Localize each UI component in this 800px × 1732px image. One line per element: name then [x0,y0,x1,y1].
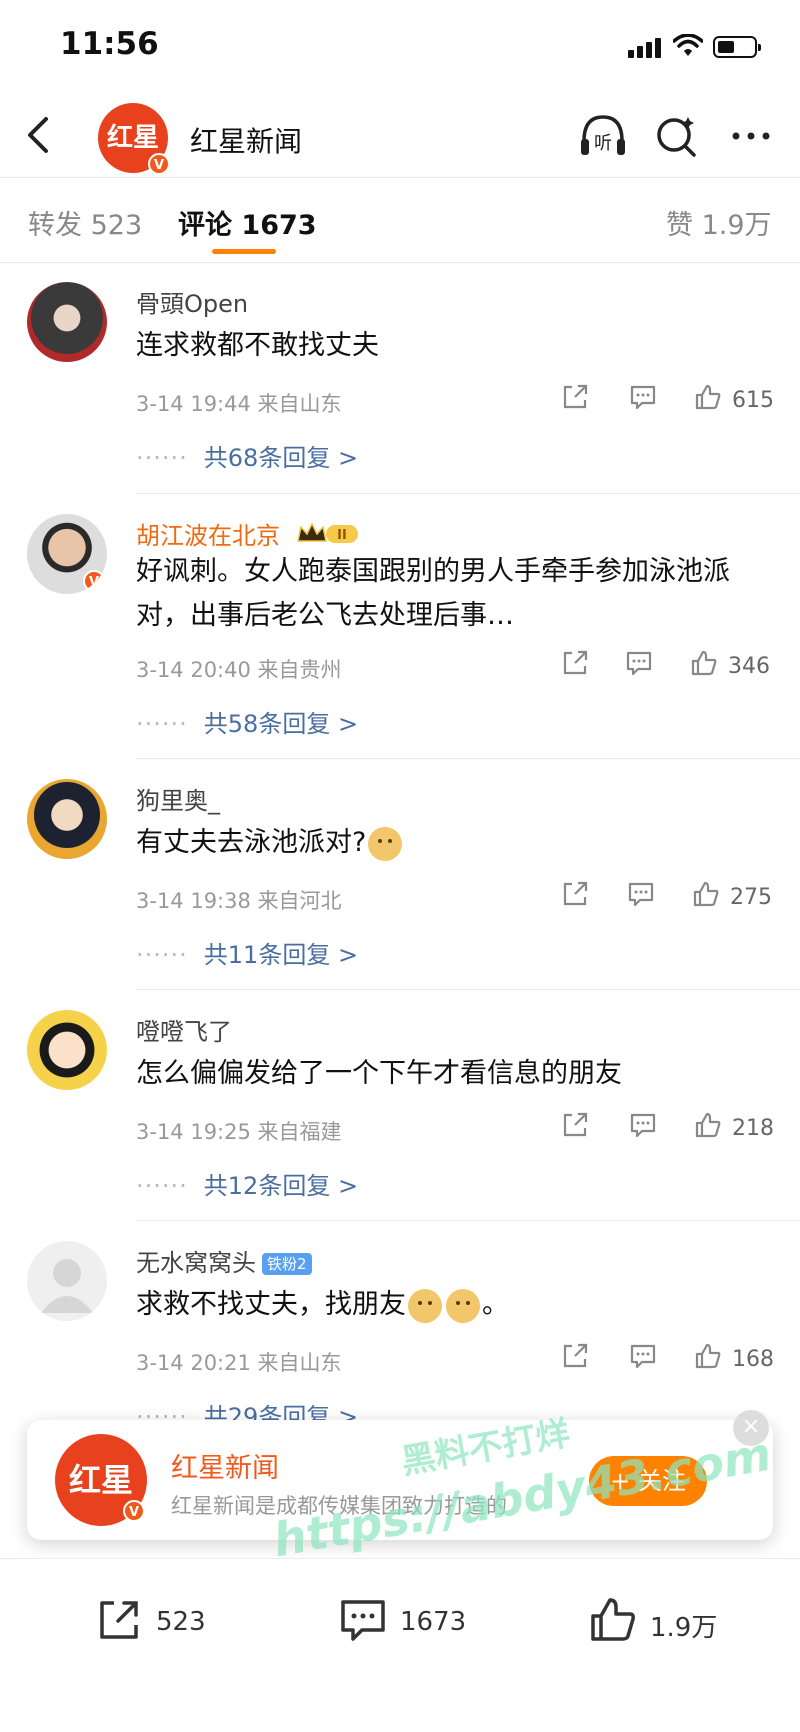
like-count: 615 [732,388,774,413]
comment-actions: 218 [560,1110,775,1150]
listen-headphones-icon[interactable]: 听 [578,111,628,161]
active-tab-indicator [212,249,276,254]
comment-text: 求救不找丈夫，找朋友。 [136,1283,776,1327]
view-replies-link[interactable]: ······ 共12条回复 > [136,1166,358,1201]
like-button[interactable]: 1.9万 [588,1595,738,1645]
verified-badge-icon: V [123,1500,145,1522]
comment-username[interactable]: 噔噔飞了 [136,1012,232,1047]
comment-actions: 346 [560,648,775,688]
share-icon[interactable] [560,1341,590,1371]
share-icon[interactable] [560,1110,590,1140]
battery-icon [713,36,761,58]
back-arrow-icon[interactable] [20,113,60,157]
like-icon[interactable] [693,382,723,412]
comment-item: 无水窝窝头 铁粉2 求救不找丈夫，找朋友。 3-14 20:21 来自山东 168… [0,1221,800,1431]
like-count: 168 [732,1347,774,1372]
repost-icon [100,1601,138,1639]
reply-icon[interactable] [628,382,658,412]
tab-likes[interactable]: 赞 1.9万 [666,203,772,242]
like-count: 218 [732,1116,774,1141]
repost-button[interactable]: 523 [94,1595,244,1645]
popup-account-logo[interactable]: 红星 V [55,1434,147,1526]
comment-button[interactable]: 1673 [338,1595,498,1645]
comment-text: 有丈夫去泳池派对? [136,821,776,865]
comment-username[interactable]: 狗里奥_ [136,781,220,816]
verified-badge-icon: V [148,153,170,175]
like-icon[interactable] [691,879,721,909]
user-avatar[interactable] [27,1241,107,1321]
comment-username[interactable]: 胡江波在北京 II [136,516,362,553]
member-crown-icon: II [296,521,362,553]
comment-text: 好讽刺。女人跑泰国跟别的男人手牵手参加泳池派对，出事后老公飞去处理后事… [136,556,730,631]
comment-text: 怎么偏偏发给了一个下午才看信息的朋友 [136,1058,622,1089]
comment-meta: 3-14 19:25 来自福建 [136,1120,342,1144]
more-options-icon[interactable] [726,111,776,161]
reply-icon[interactable] [624,648,654,678]
svg-text:II: II [337,528,347,543]
comment-meta: 3-14 19:38 来自河北 [136,889,342,913]
account-title[interactable]: 红星新闻 [190,120,302,160]
top-nav-bar: 红星 V 红星新闻 听 [0,95,800,178]
doge-emoji-icon [408,1288,442,1323]
reply-icon[interactable] [628,1110,658,1140]
comment-username[interactable]: 无水窝窝头 铁粉2 [136,1243,312,1278]
popup-account-name[interactable]: 红星新闻 [171,1446,279,1485]
search-icon[interactable] [652,111,702,161]
comment-meta: 3-14 20:21 来自山东 [136,1351,342,1375]
user-avatar[interactable] [27,282,107,362]
comment-actions: 615 [560,382,775,422]
comment-item: 噔噔飞了 怎么偏偏发给了一个下午才看信息的朋友 3-14 19:25 来自福建 … [0,990,800,1220]
like-icon[interactable] [689,648,719,678]
comment-meta: 3-14 20:40 来自贵州 [136,658,342,682]
tab-comments[interactable]: 评论 1673 [178,203,317,242]
comment-text: 连求救都不敢找丈夫 [136,330,379,361]
comment-item: V 胡江波在北京 II 好讽刺。女人跑泰国跟别的男人手牵手参加泳池派对，出事后老… [0,494,800,758]
share-icon[interactable] [560,648,590,678]
user-avatar[interactable] [27,779,107,859]
reply-icon[interactable] [628,1341,658,1371]
cellular-signal-icon [628,38,664,58]
share-icon[interactable] [560,879,590,909]
like-icon[interactable] [693,1341,723,1371]
user-avatar[interactable]: V [27,514,107,594]
comment-item: 骨頭Open 连求救都不敢找丈夫 3-14 19:44 来自山东 615 ···… [0,262,800,494]
doge-emoji-icon [446,1288,480,1323]
tab-repost[interactable]: 转发 523 [28,203,142,242]
like-count: 275 [730,885,772,910]
comment-item: 狗里奥_ 有丈夫去泳池派对? 3-14 19:38 来自河北 275 ·····… [0,759,800,989]
thumbs-up-icon [591,1598,635,1641]
reply-icon[interactable] [626,879,656,909]
fan-level-badge: 铁粉2 [262,1253,312,1275]
comment-actions: 168 [560,1341,775,1381]
account-avatar[interactable]: 红星 V [98,103,170,175]
svg-text:听: 听 [594,133,612,154]
view-replies-link[interactable]: ······ 共11条回复 > [136,935,358,970]
comment-meta: 3-14 19:44 来自山东 [136,392,342,416]
status-time: 11:56 [60,26,159,62]
share-icon[interactable] [560,382,590,412]
comment-username[interactable]: 骨頭Open [136,284,248,319]
verified-badge-icon: V [83,570,105,592]
view-replies-link[interactable]: ······ 共68条回复 > [136,438,358,473]
comment-actions: 275 [560,879,775,919]
tab-bar: 转发 523 评论 1673 赞 1.9万 [0,177,800,263]
status-bar: 11:56 [0,0,800,95]
comment-icon [341,1600,385,1641]
like-icon[interactable] [693,1110,723,1140]
view-replies-link[interactable]: ······ 共58条回复 > [136,704,358,739]
like-count: 346 [728,654,770,679]
wifi-icon [673,34,703,56]
user-avatar[interactable] [27,1010,107,1090]
doge-emoji-icon [368,826,403,861]
bottom-action-bar: 523 1673 1.9万 [0,1558,800,1732]
